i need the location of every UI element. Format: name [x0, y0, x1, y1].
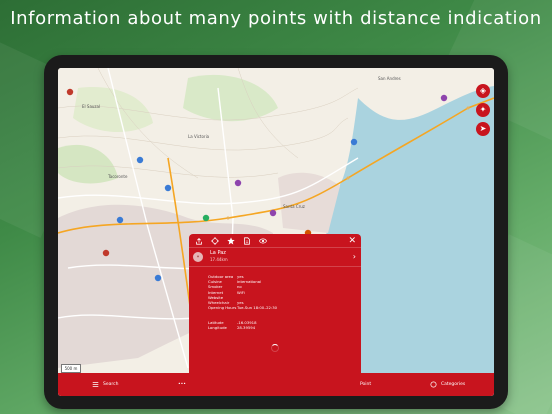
poi-marker[interactable]: [440, 94, 448, 102]
poi-marker[interactable]: [202, 214, 210, 222]
tablet-frame: El Sauzal La Victoria Tacoronte La Lagun…: [44, 55, 508, 409]
attribute-key: Opening Hours: [208, 305, 237, 311]
headline: Information about many points with dista…: [10, 8, 542, 29]
point-tab[interactable]: Point: [360, 373, 371, 396]
poi-marker[interactable]: [234, 179, 242, 187]
locate-icon: ➤: [479, 124, 487, 133]
search-tab[interactable]: Search: [92, 373, 118, 396]
place-label: La Victoria: [188, 134, 210, 139]
poi-marker[interactable]: [350, 138, 358, 146]
coordinate-value: 28.39594: [237, 325, 256, 331]
place-label: Santa Cruz: [283, 204, 305, 209]
eye-icon[interactable]: [258, 236, 267, 245]
place-label: Tacoronte: [107, 174, 128, 179]
poi-marker[interactable]: [269, 209, 277, 217]
chevron-right-icon: ›: [352, 252, 356, 261]
attribute-value: WiFi: [237, 289, 245, 295]
locate-button[interactable]: ➤: [476, 122, 490, 136]
poi-marker[interactable]: [154, 274, 162, 282]
bottom-toolbar: Search ••• Point Categories: [58, 373, 494, 396]
attribute-value: Tue-Sun 18:00–22:30: [237, 305, 278, 311]
coordinate-row: Longitude 28.39594: [208, 325, 358, 330]
restaurant-icon: ⑂: [193, 252, 203, 262]
poi-marker[interactable]: [116, 216, 124, 224]
poi-name: La Paz: [210, 250, 226, 256]
categories-label: Categories: [441, 382, 466, 387]
layers-icon: ◈: [479, 86, 487, 95]
poi-row[interactable]: ⑂ La Paz 17.44km ›: [189, 247, 361, 267]
poi-marker[interactable]: [164, 184, 172, 192]
more-icon: •••: [178, 382, 186, 387]
point-label: Point: [360, 382, 372, 387]
close-icon[interactable]: ✕: [348, 236, 356, 246]
poi-marker[interactable]: [66, 88, 74, 96]
place-label: San Andres: [378, 76, 401, 81]
poi-detail-panel: ✕ ⑂ La Paz 17.44km › Outdoor area yes Cui…: [189, 234, 361, 382]
loading-spinner: [271, 344, 279, 352]
poi-coordinates: Latitude -16.03918 Longitude 28.39594: [208, 320, 358, 330]
poi-attributes: Outdoor area yes Cuisine international Smo…: [208, 274, 358, 310]
star-icon[interactable]: [226, 236, 235, 245]
attribute-row: Opening Hours Tue-Sun 18:00–22:30: [208, 305, 358, 310]
compass-icon: ✦: [479, 105, 487, 114]
search-label: Search: [103, 382, 119, 387]
panel-toolbar: ✕: [189, 234, 361, 247]
poi-marker[interactable]: [102, 249, 110, 257]
place-label: El Sauzal: [82, 104, 100, 109]
map-scale: 500 m: [61, 364, 81, 373]
categories-icon: [430, 381, 437, 388]
poi-marker[interactable]: [136, 156, 144, 164]
app-screen: El Sauzal La Victoria Tacoronte La Lagun…: [58, 68, 494, 396]
coordinate-key: Longitude: [208, 325, 227, 331]
share-icon[interactable]: [194, 236, 203, 245]
document-icon[interactable]: [242, 236, 251, 245]
layers-button[interactable]: ◈: [476, 84, 490, 98]
poi-distance: 17.44km: [210, 257, 228, 262]
list-icon: [92, 382, 99, 387]
crosshair-icon[interactable]: [210, 236, 219, 245]
more-tab[interactable]: •••: [178, 373, 186, 396]
categories-tab[interactable]: Categories: [430, 373, 465, 396]
compass-button[interactable]: ✦: [476, 103, 490, 117]
